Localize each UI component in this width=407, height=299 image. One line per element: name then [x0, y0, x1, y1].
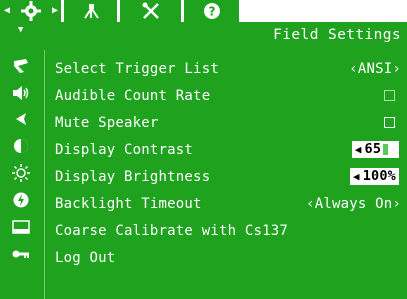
menu-item-display-brightness[interactable]: Display Brightness ◀ 100%: [44, 163, 407, 190]
app-screen: ◀ ▶ ? ▼ Field Settings Select Trigger Li…: [0, 0, 407, 299]
decrease-icon[interactable]: ◀: [355, 141, 362, 158]
menu-item-label: Display Contrast: [55, 142, 194, 158]
svg-text:?: ?: [208, 5, 215, 19]
tools-icon: [141, 1, 161, 21]
menu-item-label: Audible Count Rate: [55, 88, 211, 104]
decrease-icon[interactable]: ◀: [353, 168, 360, 185]
mute-speaker-checkbox[interactable]: [384, 117, 395, 128]
key-icon: [6, 242, 36, 266]
tab-tools[interactable]: [120, 0, 182, 22]
menu-item-label: Display Brightness: [55, 169, 211, 185]
help-icon: ?: [203, 2, 221, 20]
settings-menu: Select Trigger List ‹ANSI› Audible Count…: [44, 50, 407, 299]
menu-item-audible-count-rate[interactable]: Audible Count Rate: [44, 82, 407, 109]
contrast-icon: [6, 134, 36, 158]
tab-marker-icon: ▼: [18, 25, 24, 35]
increase-icon[interactable]: ▶: [389, 141, 396, 158]
brightness-icon: [6, 161, 36, 185]
audible-count-rate-checkbox[interactable]: [384, 90, 395, 101]
backlight-icon: [6, 188, 36, 212]
chevron-right-icon: ▶: [52, 5, 59, 16]
gear-icon: [20, 0, 42, 22]
menu-item-select-trigger-list[interactable]: Select Trigger List ‹ANSI›: [44, 55, 407, 82]
flag-icon: [6, 54, 36, 78]
tab-settings[interactable]: ◀ ▶: [0, 0, 62, 22]
sidebar: [0, 50, 45, 299]
tab-bar: ◀ ▶ ?: [0, 0, 407, 22]
menu-item-display-contrast[interactable]: Display Contrast ◀ 65 ▶: [44, 136, 407, 163]
cursor-block: [383, 144, 389, 155]
tripod-icon: [81, 2, 101, 20]
brightness-spinbox[interactable]: ◀ 100%: [349, 168, 399, 185]
page-title: Field Settings: [273, 27, 401, 43]
menu-item-label: Backlight Timeout: [55, 196, 202, 212]
menu-item-log-out[interactable]: Log Out: [44, 244, 407, 271]
menu-item-label: Log Out: [55, 250, 116, 266]
contrast-value: 65: [364, 141, 382, 157]
contrast-spinbox[interactable]: ◀ 65 ▶: [351, 141, 399, 158]
trigger-list-selector[interactable]: ‹ANSI›: [349, 61, 401, 77]
mute-icon: [6, 107, 36, 131]
brightness-value: 100%: [362, 168, 396, 184]
menu-item-label: Mute Speaker: [55, 115, 159, 131]
backlight-timeout-selector[interactable]: ‹Always On›: [306, 196, 401, 212]
tab-help[interactable]: ?: [184, 0, 240, 22]
menu-item-label: Coarse Calibrate with Cs137: [55, 223, 288, 239]
menu-item-mute-speaker[interactable]: Mute Speaker: [44, 109, 407, 136]
calibrate-icon: [6, 215, 36, 239]
menu-item-label: Select Trigger List: [55, 61, 219, 77]
tab-tripod[interactable]: [64, 0, 118, 22]
menu-item-backlight-timeout[interactable]: Backlight Timeout ‹Always On›: [44, 190, 407, 217]
chevron-left-icon: ◀: [4, 5, 11, 16]
speaker-icon: [6, 81, 36, 105]
menu-item-coarse-calibrate[interactable]: Coarse Calibrate with Cs137: [44, 217, 407, 244]
